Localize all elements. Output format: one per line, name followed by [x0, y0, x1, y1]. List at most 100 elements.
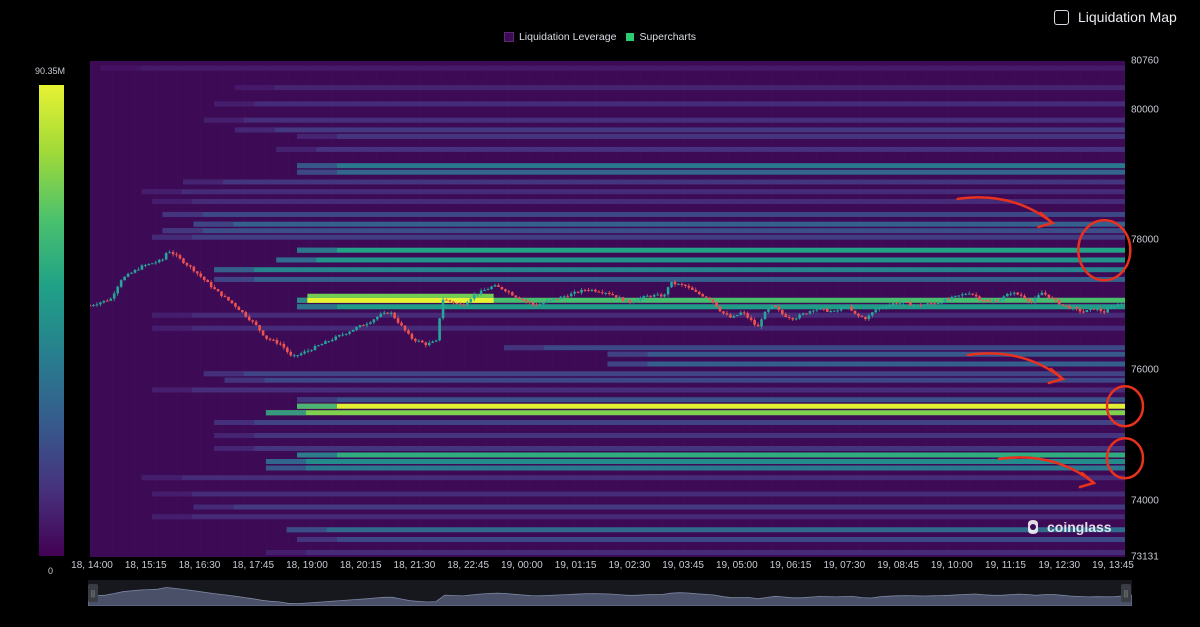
candle-body — [265, 335, 268, 339]
candle-body — [722, 311, 725, 314]
candle-body — [244, 312, 248, 317]
liquidation-band-ramp — [265, 410, 306, 416]
coinglass-logo: coinglass — [1024, 518, 1112, 536]
candle-body — [483, 290, 486, 292]
navigator-area — [88, 587, 1132, 606]
candle-body — [178, 255, 182, 259]
liquidation-band-ramp — [141, 189, 182, 195]
candle-body — [1057, 299, 1061, 305]
candle-body — [808, 311, 812, 314]
candle-body — [708, 297, 711, 300]
navigator-series — [88, 587, 1132, 606]
candle-body — [306, 350, 310, 352]
candle-body — [687, 285, 691, 288]
candle-body — [355, 327, 358, 330]
liquidation-band-ramp — [152, 325, 193, 331]
candle-body — [1106, 308, 1109, 313]
candle-body — [1054, 298, 1058, 300]
candle-body — [628, 300, 632, 303]
candle-body — [313, 346, 317, 351]
candle-body — [154, 262, 158, 264]
candle-body — [697, 291, 701, 295]
candle-body — [389, 312, 393, 314]
candle-body — [1120, 303, 1123, 305]
candle-body — [642, 296, 646, 299]
liquidation-band-ramp — [193, 504, 234, 510]
candle-body — [130, 272, 133, 274]
candle-body — [860, 315, 864, 317]
x-tick-label: 19, 12:30 — [1038, 560, 1081, 571]
colorbar — [39, 85, 64, 556]
legend-item-supercharts[interactable]: Supercharts — [626, 31, 696, 43]
candle-body — [479, 290, 483, 295]
candle-body — [832, 310, 836, 312]
candle-body — [569, 293, 573, 297]
candle-body — [1075, 307, 1078, 309]
candle-body — [659, 294, 663, 297]
candle-body — [881, 307, 884, 309]
candle-body — [123, 276, 126, 281]
candle-body — [614, 295, 618, 298]
candle-body — [801, 313, 805, 315]
candle-body — [753, 319, 756, 325]
candle-body — [362, 325, 365, 327]
liquidation-map-toggle[interactable]: Liquidation Map — [1054, 9, 1177, 25]
liquidation-band — [297, 133, 1125, 139]
candle-body — [1009, 293, 1013, 295]
liquidation-band — [607, 351, 1125, 357]
x-tick-label: 19, 11:15 — [985, 560, 1026, 571]
candle-body — [261, 330, 265, 336]
candle-body — [656, 294, 659, 296]
candle-body — [500, 286, 504, 290]
candle-body — [106, 300, 109, 302]
candle-body — [445, 299, 448, 301]
candle-body — [1030, 301, 1033, 303]
liquidation-band — [297, 247, 1125, 253]
navigator-right-handle[interactable]: || — [1121, 584, 1131, 602]
liquidation-band-ramp — [183, 179, 224, 185]
candle-body — [601, 292, 604, 294]
liquidation-band-ramp — [214, 432, 255, 438]
candle-body — [192, 266, 196, 272]
candle-body — [798, 314, 801, 319]
candle-body — [431, 341, 434, 343]
liquidation-band — [297, 163, 1125, 169]
candle-body — [216, 289, 220, 292]
candle-body — [1002, 296, 1006, 300]
candle-body — [580, 289, 583, 293]
time-navigator[interactable] — [88, 580, 1132, 606]
candle-body — [1102, 311, 1106, 313]
candle-body — [393, 312, 396, 319]
liquidation-band-ramp — [193, 221, 234, 227]
navigator-left-handle[interactable]: || — [88, 584, 98, 602]
candle-body — [646, 295, 649, 297]
candle-body — [414, 338, 417, 341]
candle-body — [912, 304, 916, 306]
candle-body — [819, 308, 822, 310]
candle-body — [839, 307, 843, 311]
candle-body — [909, 302, 912, 306]
liquidation-band — [286, 527, 1125, 533]
candle-body — [922, 304, 926, 306]
candle-body — [826, 308, 829, 312]
candle-body — [777, 306, 781, 310]
candle-body — [1051, 297, 1054, 299]
candle-body — [369, 322, 372, 324]
candle-body — [618, 297, 621, 299]
candle-body — [739, 312, 743, 315]
liquidation-band-ramp — [152, 198, 193, 204]
candle-body — [604, 292, 608, 294]
liquidation-band-ramp — [234, 127, 275, 133]
legend-item-liquidation-leverage[interactable]: Liquidation Leverage — [503, 31, 616, 43]
candle-body — [441, 299, 445, 319]
candle-body — [670, 281, 673, 288]
candle-body — [549, 300, 552, 302]
candle-body — [732, 316, 736, 318]
checkbox[interactable] — [1054, 9, 1069, 25]
heatmap-plot[interactable] — [90, 61, 1125, 557]
liquidation-band — [234, 127, 1125, 133]
candle-body — [805, 313, 808, 315]
x-tick-label: 18, 15:15 — [124, 560, 167, 571]
candle-body — [794, 318, 798, 320]
candle-body — [919, 304, 923, 306]
